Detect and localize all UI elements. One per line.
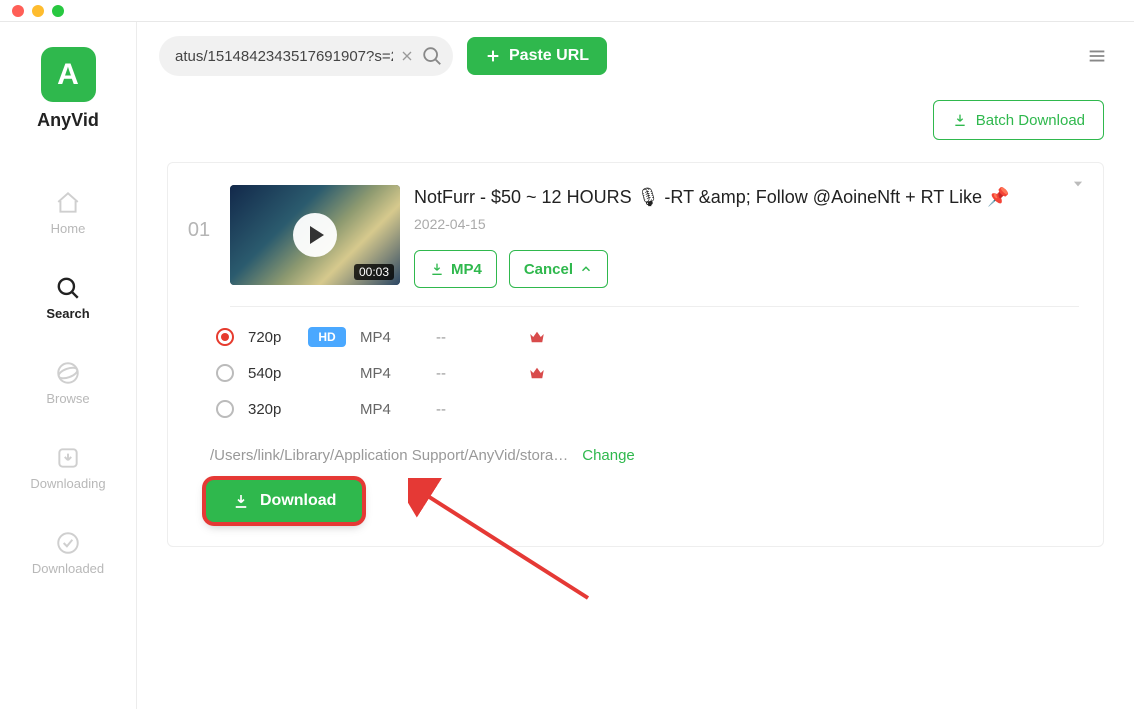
sidebar-item-label: Home [0, 221, 136, 236]
quality-size: -- [436, 365, 528, 382]
url-search-input[interactable] [175, 48, 393, 65]
search-field-wrap [159, 36, 453, 76]
quality-option-320p[interactable]: 320p MP4 -- [216, 391, 1079, 427]
video-title: NotFurr - $50 ~ 12 HOURS 🎙 -RT &amp; Fol… [414, 185, 1079, 210]
quality-option-720p[interactable]: 720p HD MP4 -- [216, 319, 1079, 355]
clear-input-icon[interactable] [399, 48, 415, 64]
radio-icon [216, 400, 234, 418]
top-toolbar: Paste URL [137, 22, 1134, 86]
plus-icon [485, 48, 501, 64]
app-logo-icon: A [41, 47, 96, 102]
download-button[interactable]: Download [206, 480, 362, 522]
app-name-label: AnyVid [37, 110, 99, 131]
collapse-icon[interactable] [1071, 177, 1085, 191]
quality-size: -- [436, 329, 528, 346]
play-button[interactable] [293, 213, 337, 257]
hd-badge: HD [308, 327, 346, 347]
window-titlebar [0, 0, 1134, 22]
quality-option-540p[interactable]: 540p MP4 -- [216, 355, 1079, 391]
paste-url-button[interactable]: Paste URL [467, 37, 607, 75]
radio-icon [216, 328, 234, 346]
quality-size: -- [436, 401, 528, 418]
result-card: 01 00:03 NotFurr - $50 ~ 12 HOURS 🎙 -RT … [167, 162, 1104, 547]
batch-download-button[interactable]: Batch Download [933, 100, 1104, 140]
crown-icon [528, 328, 546, 346]
sidebar-item-downloaded[interactable]: Downloaded [0, 519, 136, 604]
video-thumbnail[interactable]: 00:03 [230, 185, 400, 285]
quality-options-list: 720p HD MP4 -- 540p MP4 -- [216, 319, 1079, 427]
quality-format: MP4 [360, 329, 436, 346]
browse-icon [54, 359, 82, 387]
download-icon [429, 261, 445, 277]
hamburger-menu-icon[interactable] [1078, 37, 1116, 75]
sidebar-item-browse[interactable]: Browse [0, 349, 136, 434]
sidebar-item-label: Browse [0, 391, 136, 406]
cancel-label: Cancel [524, 261, 573, 278]
home-icon [54, 189, 82, 217]
sidebar-item-label: Downloading [0, 476, 136, 491]
cancel-button[interactable]: Cancel [509, 250, 608, 288]
quality-label: 540p [248, 365, 308, 382]
video-duration: 00:03 [354, 264, 394, 280]
video-date: 2022-04-15 [414, 216, 1079, 232]
format-mp4-label: MP4 [451, 261, 482, 278]
batch-download-label: Batch Download [976, 112, 1085, 129]
sidebar-item-home[interactable]: Home [0, 179, 136, 264]
sidebar-item-search[interactable]: Search [0, 264, 136, 349]
divider [230, 306, 1079, 307]
play-icon [310, 226, 324, 244]
window-zoom-button[interactable] [52, 5, 64, 17]
sidebar-item-downloading[interactable]: Downloading [0, 434, 136, 519]
download-icon [952, 112, 968, 128]
downloading-icon [54, 444, 82, 472]
chevron-up-icon [579, 262, 593, 276]
quality-label: 720p [248, 329, 308, 346]
format-mp4-button[interactable]: MP4 [414, 250, 497, 288]
radio-icon [216, 364, 234, 382]
search-icon[interactable] [421, 45, 443, 67]
sidebar-item-label: Downloaded [0, 561, 136, 576]
quality-label: 320p [248, 401, 308, 418]
save-path-text: /Users/link/Library/Application Support/… [210, 447, 568, 464]
downloaded-icon [54, 529, 82, 557]
window-minimize-button[interactable] [32, 5, 44, 17]
search-icon [54, 274, 82, 302]
download-label: Download [260, 492, 336, 510]
download-icon [232, 492, 250, 510]
result-index: 01 [182, 185, 216, 288]
crown-icon [528, 364, 546, 382]
main-content: Paste URL Batch Download 01 [137, 22, 1134, 709]
quality-format: MP4 [360, 401, 436, 418]
sub-toolbar: Batch Download [137, 86, 1134, 148]
window-close-button[interactable] [12, 5, 24, 17]
paste-url-label: Paste URL [509, 47, 589, 65]
app-logo-block: A AnyVid [37, 47, 99, 131]
save-path-row: /Users/link/Library/Application Support/… [210, 447, 1079, 464]
change-path-link[interactable]: Change [582, 447, 635, 464]
sidebar: A AnyVid Home Search Browse Downlo [0, 22, 137, 709]
sidebar-item-label: Search [0, 306, 136, 321]
quality-format: MP4 [360, 365, 436, 382]
